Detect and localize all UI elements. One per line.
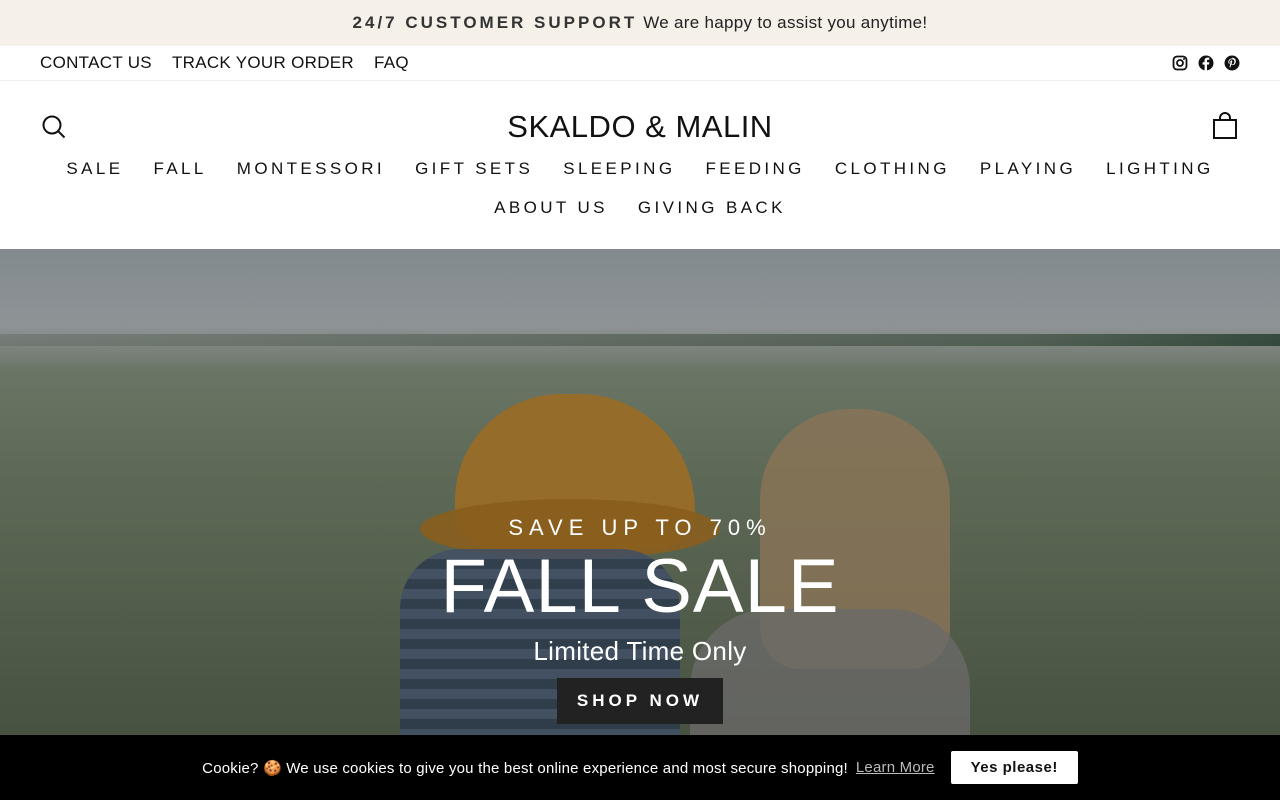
nav-item-gift-sets[interactable]: GIFT SETS xyxy=(415,159,533,178)
hero-kicker: SAVE UP TO 70% xyxy=(508,515,772,540)
nav-item-giving-back[interactable]: GIVING BACK xyxy=(638,198,786,217)
instagram-icon[interactable] xyxy=(1172,55,1188,71)
accept-cookies-button[interactable]: Yes please! xyxy=(950,751,1078,784)
social-links xyxy=(1172,55,1240,71)
shop-now-button[interactable]: SHOP NOW xyxy=(556,678,724,724)
pinterest-icon[interactable] xyxy=(1224,55,1240,71)
hero-subheadline: Limited Time Only xyxy=(533,636,747,666)
facebook-icon[interactable] xyxy=(1198,55,1214,71)
announcement-message: We are happy to assist you anytime! xyxy=(643,13,928,32)
nav-row: ABOUT US GIVING BACK xyxy=(0,198,1280,217)
nav-item-montessori[interactable]: MONTESSORI xyxy=(237,159,385,178)
cookie-message: Cookie? 🍪 We use cookies to give you the… xyxy=(202,759,848,777)
nav-row: SALE FALL MONTESSORI GIFT SETS SLEEPING … xyxy=(0,159,1280,178)
nav-item-clothing[interactable]: CLOTHING xyxy=(835,159,950,178)
nav-item-about-us[interactable]: ABOUT US xyxy=(494,198,608,217)
hero-headline: FALL SALE xyxy=(440,544,840,629)
track-order-link[interactable]: TRACK YOUR ORDER xyxy=(172,53,354,73)
site-header: SKALDO & MALIN SALE FALL MONTESSORI GIFT… xyxy=(0,81,1280,249)
nav-item-lighting[interactable]: LIGHTING xyxy=(1106,159,1214,178)
hero-banner: SAVE UP TO 70% FALL SALE Limited Time On… xyxy=(0,249,1280,800)
nav-item-feeding[interactable]: FEEDING xyxy=(705,159,804,178)
utility-links: CONTACT US TRACK YOUR ORDER FAQ xyxy=(40,53,409,73)
learn-more-link[interactable]: Learn More xyxy=(856,759,935,776)
cart-icon[interactable] xyxy=(1212,112,1238,140)
main-nav: SALE FALL MONTESSORI GIFT SETS SLEEPING … xyxy=(0,159,1280,237)
site-logo[interactable]: SKALDO & MALIN xyxy=(0,109,1280,145)
faq-link[interactable]: FAQ xyxy=(374,53,409,73)
utility-bar: CONTACT US TRACK YOUR ORDER FAQ xyxy=(0,46,1280,81)
contact-us-link[interactable]: CONTACT US xyxy=(40,53,152,73)
announcement-strong: 24/7 CUSTOMER SUPPORT xyxy=(352,13,638,32)
nav-item-sleeping[interactable]: SLEEPING xyxy=(563,159,675,178)
nav-item-sale[interactable]: SALE xyxy=(66,159,123,178)
nav-item-playing[interactable]: PLAYING xyxy=(980,159,1076,178)
cookie-banner: Cookie? 🍪 We use cookies to give you the… xyxy=(0,735,1280,800)
hero-content: SAVE UP TO 70% FALL SALE Limited Time On… xyxy=(0,515,1280,724)
announcement-bar: 24/7 CUSTOMER SUPPORT We are happy to as… xyxy=(0,0,1280,46)
nav-item-fall[interactable]: FALL xyxy=(153,159,206,178)
